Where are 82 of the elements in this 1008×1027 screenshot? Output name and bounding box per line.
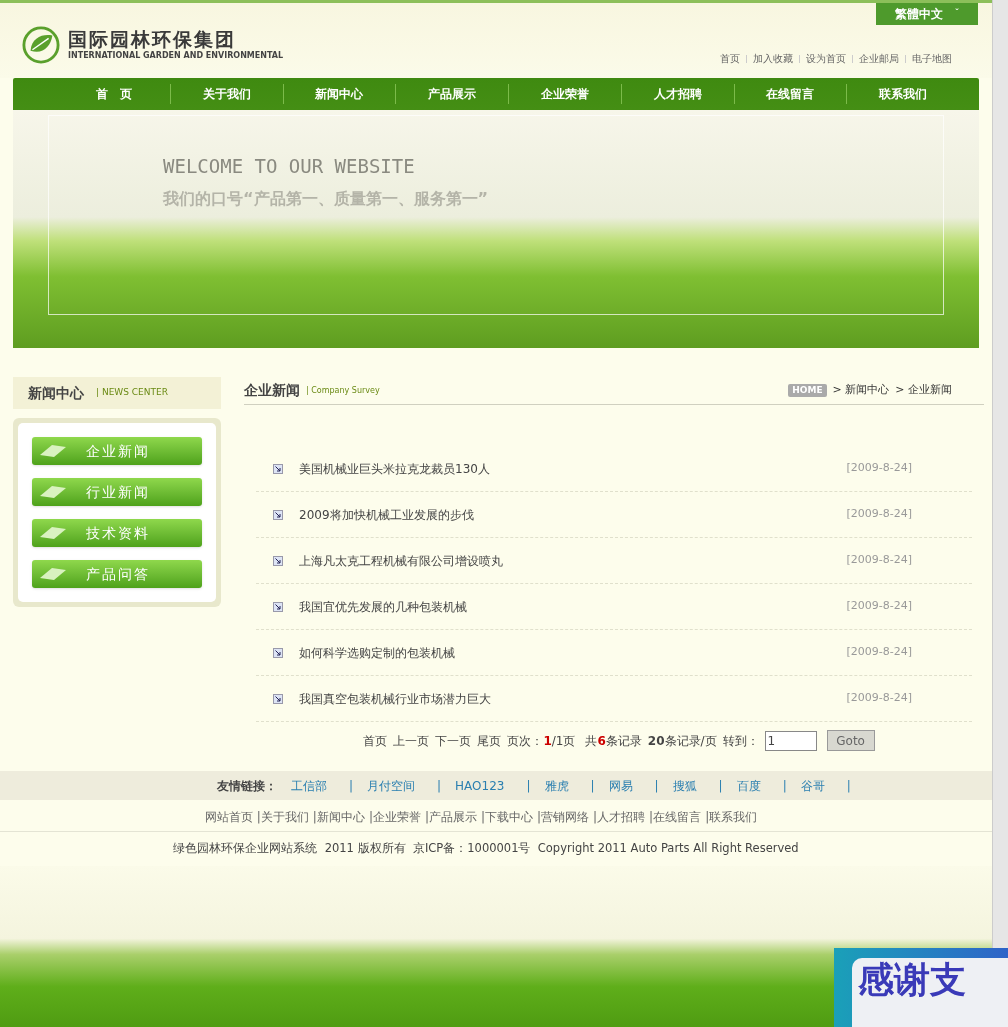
nav-tab[interactable]: 人才招聘 (621, 85, 734, 103)
arrow-icon (273, 601, 283, 612)
goto-label: 转到： (722, 732, 759, 750)
friend-link[interactable]: 搜狐 (672, 776, 697, 795)
news-date: [2009-8-24] (846, 690, 912, 707)
copyright-text: 绿色园林环保企业网站系统 2011 版权所有 京ICP备：1000001号 Copyright 2011 Auto Parts All Right Reserved (173, 840, 799, 858)
friend-link[interactable]: 雅虎 (544, 776, 569, 795)
logo-subtitle: INTERNATIONAL GARDEN AND ENVIRONMENTAL (68, 51, 284, 62)
arrow-icon (273, 463, 283, 474)
pagination-link[interactable]: 下一页 (435, 731, 472, 750)
sidebar-title: 新闻中心 (28, 383, 84, 403)
footer-link[interactable]: |人才招聘 (593, 807, 646, 826)
top-link[interactable]: 加入收藏 (753, 51, 793, 66)
news-title-link[interactable]: 上海凡太克工程机械有限公司增设喷丸 (299, 551, 847, 570)
record-count: 共6条记录 (585, 732, 642, 750)
footer-link[interactable]: |营销网络 (537, 807, 590, 826)
per-page-info: 20条记录/页 (647, 732, 717, 750)
footer-link[interactable]: |产品展示 (424, 807, 477, 826)
arrow-icon (273, 509, 283, 520)
link-separator: | (846, 777, 851, 795)
footer-link[interactable]: |联系我们 (705, 807, 758, 826)
pagination-link[interactable]: 上一页 (393, 731, 430, 750)
friend-link[interactable]: 网易 (608, 776, 633, 795)
page-info: 页次：1/1页 (507, 732, 576, 750)
footer-link[interactable]: 网站首页 (204, 807, 253, 826)
popup-text: 感谢支 (858, 959, 966, 1000)
goto-button[interactable]: Goto (826, 730, 875, 751)
friend-link[interactable]: 工信部 (291, 776, 327, 795)
nav-tab[interactable]: 企业荣誉 (509, 85, 621, 103)
friend-link[interactable]: HAO123 (455, 776, 505, 795)
news-title-link[interactable]: 美国机械业巨头米拉克龙裁员130人 (299, 459, 847, 478)
footer-link[interactable]: |企业荣誉 (368, 807, 421, 826)
link-separator: | (718, 777, 723, 795)
arrow-icon (273, 555, 283, 566)
footer-link[interactable]: |在线留言 (649, 807, 702, 826)
pagination-link[interactable]: 首页 (363, 731, 388, 750)
news-date: [2009-8-24] (846, 598, 912, 615)
top-link[interactable]: 电子地图 (912, 51, 952, 66)
arrow-icon (273, 693, 283, 704)
breadcrumb-link[interactable]: > 新闻中心 (832, 382, 890, 399)
news-title-link[interactable]: 2009将加快机械工业发展的步伐 (299, 505, 847, 524)
link-separator: | (526, 777, 531, 795)
news-date: [2009-8-24] (846, 460, 912, 477)
arrow-icon (273, 647, 283, 658)
leaf-icon (22, 25, 60, 64)
sidebar-subtitle: | NEWS CENTER (96, 386, 168, 400)
nav-tab[interactable]: 关于我们 (170, 85, 283, 103)
friend-link[interactable]: 月付空间 (367, 776, 416, 795)
footer-link[interactable]: |下载中心 (480, 807, 533, 826)
goto-input[interactable]: 1 (764, 730, 817, 751)
nav-tab[interactable]: 首 页 (58, 85, 170, 103)
friend-links-label: 友情链接： (217, 777, 277, 795)
nav-tab[interactable]: 在线留言 (734, 85, 847, 103)
nav-tab[interactable]: 产品展示 (396, 85, 508, 103)
footer-link[interactable]: |关于我们 (256, 807, 309, 826)
link-separator: | (437, 777, 442, 795)
nav-tab[interactable]: 新闻中心 (283, 85, 396, 103)
friend-link[interactable]: 百度 (736, 776, 761, 795)
news-title-link[interactable]: 我国真空包装机械行业市场潜力巨大 (299, 689, 847, 708)
nav-tab[interactable]: 联系我们 (847, 85, 959, 103)
news-date: [2009-8-24] (846, 644, 912, 661)
top-link[interactable]: 设为首页 (806, 51, 846, 66)
news-title-link[interactable]: 我国宜优先发展的几种包装机械 (299, 597, 847, 616)
pagination-link[interactable]: 尾页 (477, 731, 502, 750)
link-separator: | (590, 777, 595, 795)
news-title-link[interactable]: 如何科学选购定制的包装机械 (299, 643, 847, 662)
footer-link[interactable]: |新闻中心 (312, 807, 365, 826)
top-link[interactable]: 企业邮局 (859, 51, 899, 66)
banner-slogan: 我们的口号“产品第一、质量第一、服务第一” (163, 187, 490, 210)
banner-headline: WELCOME TO OUR WEBSITE (163, 154, 416, 179)
link-separator: | (654, 777, 659, 795)
breadcrumb-link[interactable]: > 企业新闻 (895, 382, 952, 399)
link-separator: | (349, 777, 354, 795)
news-date: [2009-8-24] (846, 506, 912, 523)
content-subtitle: | Company Survey (306, 384, 380, 397)
friend-link[interactable]: 谷哥 (800, 776, 825, 795)
top-link[interactable]: 首页 (720, 51, 740, 66)
link-separator: | (782, 777, 787, 795)
news-date: [2009-8-24] (846, 552, 912, 569)
content-title: 企业新闻 (244, 381, 300, 400)
logo-title: 国际园林环保集团 (68, 27, 237, 51)
language-button[interactable]: 繁體中文 ˇ (876, 3, 978, 25)
